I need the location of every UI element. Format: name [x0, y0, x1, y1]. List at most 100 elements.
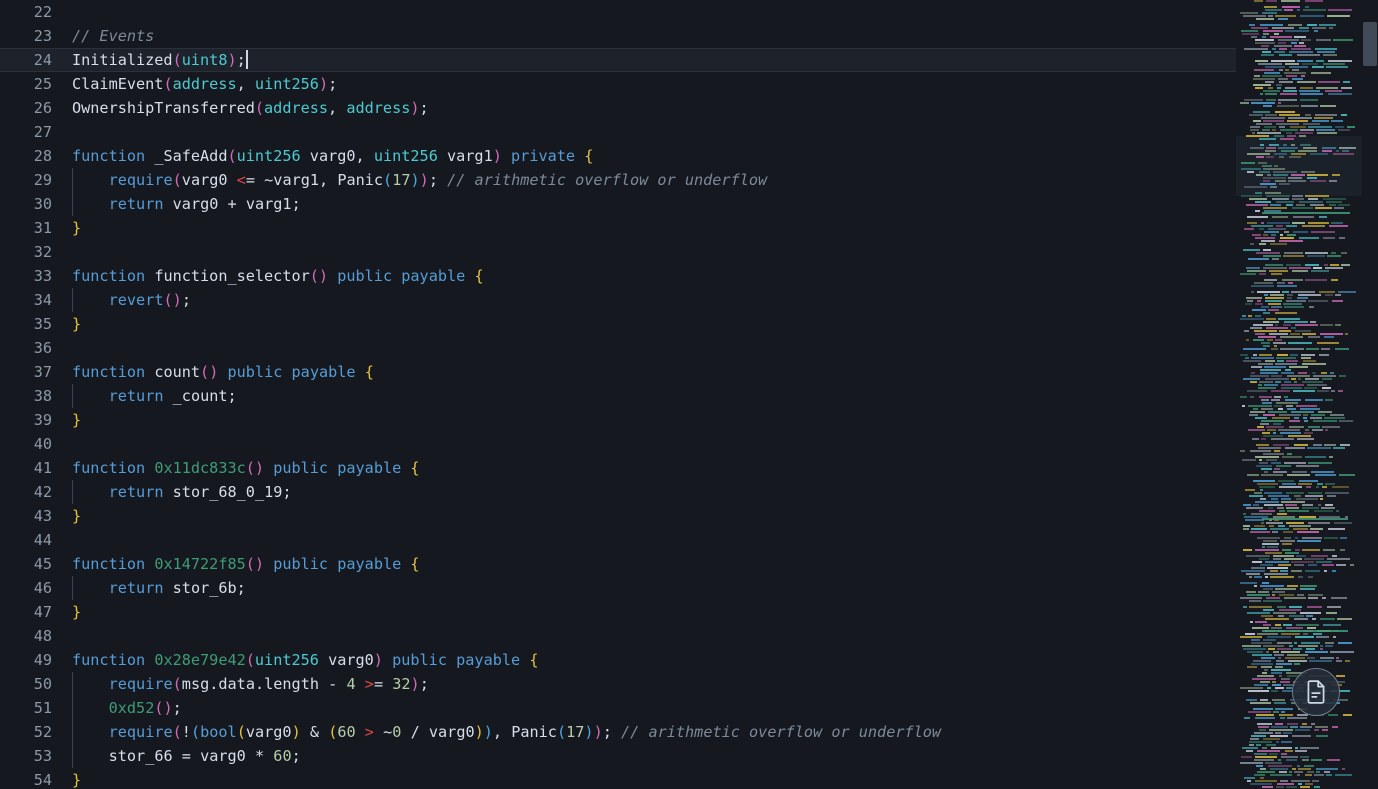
vertical-scrollbar[interactable] [1362, 0, 1378, 789]
line-number: 34 [0, 288, 52, 312]
code-text: } [72, 768, 81, 789]
document-glyph [1303, 679, 1329, 705]
line-number: 47 [0, 600, 52, 624]
line-number: 44 [0, 528, 52, 552]
indent-guide [72, 672, 73, 696]
code-text: return _count; [72, 384, 237, 408]
code-text: function function_selector() public paya… [72, 264, 484, 288]
code-text: function _SafeAdd(uint256 varg0, uint256… [72, 144, 593, 168]
code-text: function 0x14722f85() public payable { [72, 552, 420, 576]
code-text: function 0x28e79e42(uint256 varg0) publi… [72, 648, 538, 672]
code-line[interactable]: 28 function _SafeAdd(uint256 varg0, uint2… [0, 144, 1236, 168]
code-line[interactable]: 43} [0, 504, 1236, 528]
code-line[interactable]: 42 return stor_68_0_19; [0, 480, 1236, 504]
code-editor-window: 2223// Events24 Initialized(uint8); 25 Clai… [0, 0, 1378, 789]
code-line[interactable]: 46 return stor_6b; [0, 576, 1236, 600]
line-number: 53 [0, 744, 52, 768]
editor-surface[interactable]: 2223// Events24 Initialized(uint8); 25 Clai… [0, 0, 1236, 789]
code-line[interactable]: 32 [0, 240, 1236, 264]
document-icon[interactable] [1292, 668, 1340, 716]
indent-guide [72, 720, 73, 744]
code-line[interactable]: 47} [0, 600, 1236, 624]
code-line[interactable]: 48 [0, 624, 1236, 648]
line-number: 43 [0, 504, 52, 528]
code-line[interactable]: 53 stor_66 = varg0 * 60; [0, 744, 1236, 768]
minimap[interactable] [1236, 0, 1362, 789]
line-number: 52 [0, 720, 52, 744]
code-line[interactable]: 36 [0, 336, 1236, 360]
code-line[interactable]: 51 0xd52(); [0, 696, 1236, 720]
line-number: 24 [0, 48, 52, 72]
line-number: 32 [0, 240, 52, 264]
code-line[interactable]: 25 ClaimEvent(address, uint256); [0, 72, 1236, 96]
line-number: 46 [0, 576, 52, 600]
indent-guide [72, 480, 73, 504]
code-line[interactable]: 39} [0, 408, 1236, 432]
line-number: 36 [0, 336, 52, 360]
indent-guide [72, 168, 73, 192]
text-cursor [246, 50, 248, 69]
line-number: 28 [0, 144, 52, 168]
code-line[interactable]: 27 [0, 120, 1236, 144]
line-number: 35 [0, 312, 52, 336]
code-text: function 0x11dc833c() public payable { [72, 456, 420, 480]
line-number: 25 [0, 72, 52, 96]
code-line[interactable]: 26 OwnershipTransferred(address, address)… [0, 96, 1236, 120]
code-text: stor_66 = varg0 * 60; [72, 744, 301, 768]
code-line[interactable]: 24 Initialized(uint8); [0, 48, 1236, 72]
code-text: Initialized(uint8); [72, 48, 248, 72]
indent-guide [72, 744, 73, 768]
code-text: } [72, 504, 81, 528]
code-text: return stor_6b; [72, 576, 246, 600]
line-number: 40 [0, 432, 52, 456]
code-text: // Events [72, 24, 154, 48]
line-number: 38 [0, 384, 52, 408]
code-line[interactable]: 38 return _count; [0, 384, 1236, 408]
code-line[interactable]: 30 return varg0 + varg1; [0, 192, 1236, 216]
indent-guide [72, 288, 73, 312]
code-text: OwnershipTransferred(address, address); [72, 96, 429, 120]
code-text: ClaimEvent(address, uint256); [72, 72, 337, 96]
code-line[interactable]: 29 require(varg0 <= ~varg1, Panic(17)); … [0, 168, 1236, 192]
line-number: 27 [0, 120, 52, 144]
line-number: 31 [0, 216, 52, 240]
code-line[interactable]: 22 [0, 0, 1236, 24]
line-number: 37 [0, 360, 52, 384]
line-number: 41 [0, 456, 52, 480]
code-line[interactable]: 49 function 0x28e79e42(uint256 varg0) pub… [0, 648, 1236, 672]
code-line[interactable]: 45function 0x14722f85() public payable { [0, 552, 1236, 576]
code-line[interactable]: 23// Events [0, 24, 1236, 48]
line-number: 50 [0, 672, 52, 696]
code-line[interactable]: 44 [0, 528, 1236, 552]
code-text: } [72, 312, 81, 336]
code-line[interactable]: 37function count() public payable { [0, 360, 1236, 384]
code-line[interactable]: 50 require(msg.data.length - 4 >= 32); [0, 672, 1236, 696]
code-text: require(msg.data.length - 4 >= 32); [72, 672, 429, 696]
code-text: 0xd52(); [72, 696, 182, 720]
code-text: } [72, 600, 81, 624]
code-text: return varg0 + varg1; [72, 192, 301, 216]
code-text: require(!(bool(varg0) & (60 > ~0 / varg0… [72, 720, 941, 744]
code-text: } [72, 408, 81, 432]
code-line[interactable]: 31} [0, 216, 1236, 240]
code-line[interactable]: 34 revert(); [0, 288, 1236, 312]
line-number: 26 [0, 96, 52, 120]
scrollbar-thumb[interactable] [1363, 22, 1377, 66]
indent-guide [72, 192, 73, 216]
code-line[interactable]: 33 function function_selector() public pa… [0, 264, 1236, 288]
indent-guide [72, 384, 73, 408]
line-number: 42 [0, 480, 52, 504]
minimap-highlight-bar [1262, 630, 1348, 632]
line-number: 22 [0, 0, 52, 24]
code-line[interactable]: 54} [0, 768, 1236, 789]
code-line[interactable]: 40 [0, 432, 1236, 456]
code-text: require(varg0 <= ~varg1, Panic(17)); // … [72, 168, 767, 192]
line-number: 33 [0, 264, 52, 288]
code-line[interactable]: 35} [0, 312, 1236, 336]
code-text: } [72, 216, 81, 240]
code-line[interactable]: 52 require(!(bool(varg0) & (60 > ~0 / va… [0, 720, 1236, 744]
code-line[interactable]: 41 function 0x11dc833c() public payable { [0, 456, 1236, 480]
line-number: 48 [0, 624, 52, 648]
code-text: return stor_68_0_19; [72, 480, 292, 504]
line-number: 49 [0, 648, 52, 672]
